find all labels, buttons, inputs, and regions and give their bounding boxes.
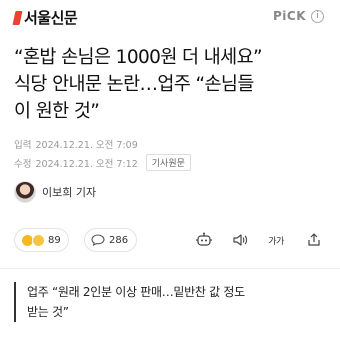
speaker-icon[interactable]	[230, 230, 250, 250]
title-line: 식당 안내문 논란…업주 “손님들	[14, 74, 254, 95]
publisher-logo[interactable]: 서울신문	[12, 7, 78, 28]
original-article-button[interactable]: 기사원문	[145, 154, 191, 171]
title-line: 이 원한 것”	[14, 101, 100, 122]
comment-count: 286	[109, 234, 129, 246]
top-bar: 서울신문 PiCK i	[0, 0, 340, 34]
article-toolbar: 89 286 가가	[0, 225, 340, 255]
article-subheading: 업주 “원래 2인분 이상 판매…밑반찬 값 정도 받는 것”	[14, 282, 339, 322]
section-divider	[0, 268, 340, 269]
comment-bubble-icon	[91, 234, 105, 246]
font-size-icon[interactable]: 가가	[266, 230, 286, 250]
comment-button[interactable]: 286	[84, 228, 138, 252]
font-size-label: 가가	[268, 236, 284, 247]
published-row: 입력 2024.12.21. 오전 7:09	[14, 137, 138, 151]
share-icon[interactable]	[304, 230, 324, 250]
ai-summary-robot-icon[interactable]	[194, 230, 214, 250]
published-date: 2024.12.21. 오전 7:09	[35, 140, 138, 151]
modified-row: 수정 2024.12.21. 오전 7:12 기사원문	[14, 154, 191, 171]
subheading-line: 받는 것”	[27, 305, 69, 319]
article-title: “혼밥 손님은 1000원 더 내세요” 식당 안내문 논란…업주 “손님들 이…	[14, 44, 332, 125]
reporter-name: 이보희 기자	[42, 186, 97, 199]
publisher-name: 서울신문	[24, 9, 78, 27]
reaction-button[interactable]: 89	[14, 228, 69, 252]
title-line: “혼밥 손님은 1000원 더 내세요”	[14, 47, 263, 68]
subheading-line: 업주 “원래 2인분 이상 판매…밑반찬 값 정도	[27, 285, 245, 299]
reaction-count: 89	[48, 234, 61, 246]
info-icon[interactable]: i	[311, 9, 324, 23]
reporter-avatar	[14, 181, 36, 203]
pick-label: PiCK	[272, 9, 306, 23]
reporter-byline[interactable]: 이보희 기자	[14, 181, 96, 203]
modified-date: 2024.12.21. 오전 7:12	[35, 158, 138, 170]
pick-badge[interactable]: PiCK i	[273, 9, 324, 23]
published-label: 입력	[14, 140, 32, 151]
reaction-emoji-icon	[21, 233, 45, 247]
publisher-logo-mark	[12, 10, 23, 25]
modified-label: 수정	[14, 158, 32, 170]
